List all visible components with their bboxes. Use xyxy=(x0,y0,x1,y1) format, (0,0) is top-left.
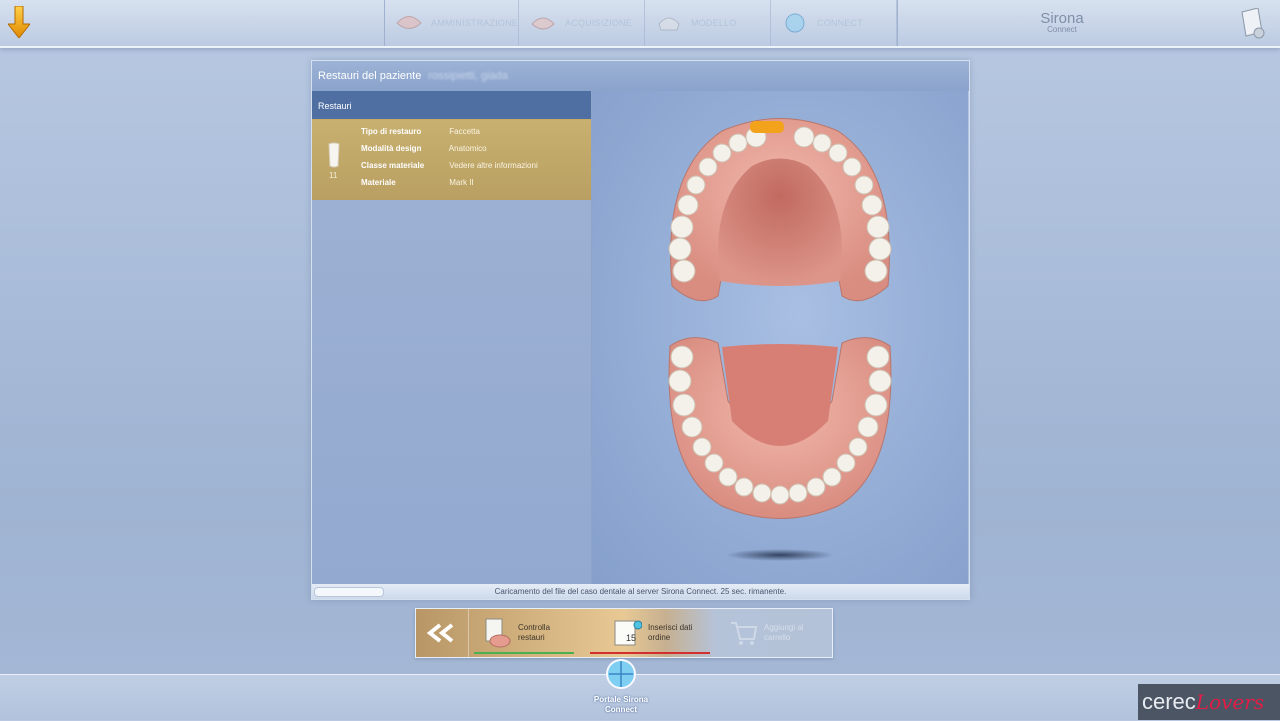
brand-sub: Connect xyxy=(1047,25,1077,34)
logo-script: Lovers xyxy=(1195,690,1265,714)
step-modello[interactable]: MODELLO xyxy=(645,0,772,46)
double-chevron-left-icon xyxy=(426,623,454,643)
order-data-button[interactable]: 15 Inserisci dati ordine xyxy=(612,609,706,657)
arch-shadow xyxy=(726,549,834,561)
info-value: Mark II xyxy=(449,178,474,187)
progress-line-done xyxy=(474,652,574,654)
dental-arch-view[interactable] xyxy=(592,91,968,584)
restoration-item[interactable]: 11 Tipo di restauro Faccetta Modalità de… xyxy=(312,120,591,200)
model-icon xyxy=(658,17,680,31)
step-acquisizione[interactable]: ACQUISIZIONE xyxy=(519,0,646,46)
portal-label: Portale Sirona Connect xyxy=(593,695,649,714)
top-bar: AMMINISTRAZIONE ACQUISIZIONE MODELLO CON… xyxy=(0,0,1280,48)
workflow-back-button[interactable] xyxy=(416,609,469,657)
logo-main: cerec xyxy=(1142,689,1196,714)
restorations-icon xyxy=(485,618,511,648)
workflow-label: Aggiungi al carrello xyxy=(764,623,804,642)
add-to-cart-button[interactable]: Aggiungi al carrello xyxy=(728,609,822,657)
workflow-label: Inserisci dati ordine xyxy=(648,623,693,642)
info-key: Materiale xyxy=(361,178,396,187)
check-restorations-button[interactable]: Controlla restauri xyxy=(482,609,576,657)
status-text: Caricamento del file del caso dentale al… xyxy=(494,587,787,596)
teeth-icon xyxy=(396,16,422,29)
dental-arches xyxy=(668,118,892,561)
step-amministrazione[interactable]: AMMINISTRAZIONE xyxy=(385,0,520,46)
tooth-number: 11 xyxy=(329,171,338,180)
globe-icon xyxy=(606,659,636,689)
progress-line-active xyxy=(590,652,710,654)
step-label: ACQUISIZIONE xyxy=(565,18,632,28)
cart-icon xyxy=(731,622,758,645)
step-label: CONNECT xyxy=(817,18,863,28)
calendar-icon: 15 xyxy=(614,620,642,646)
status-bar: Caricamento del file del caso dentale al… xyxy=(312,584,969,599)
step-label: AMMINISTRAZIONE xyxy=(431,18,519,28)
info-row: Tipo di restauro Faccetta xyxy=(361,127,480,136)
info-row: Materiale Mark II xyxy=(361,178,474,187)
portal-sirona-connect-button[interactable]: Portale Sirona Connect xyxy=(588,658,654,715)
info-row: Classe materiale Vedere altre informazio… xyxy=(361,161,538,170)
info-key: Tipo di restauro xyxy=(361,127,422,136)
info-key: Modalità design xyxy=(361,144,422,153)
step-label: MODELLO xyxy=(691,18,737,28)
pane-title: Restauri xyxy=(312,91,591,120)
restorations-window: Restauri del paziente rossipietti, giada… xyxy=(311,60,970,600)
window-title-bar: Restauri del paziente rossipietti, giada xyxy=(312,61,969,91)
back-arrow-icon[interactable] xyxy=(8,6,30,38)
workflow-steps: AMMINISTRAZIONE ACQUISIZIONE MODELLO CON… xyxy=(384,0,898,46)
svg-text:15: 15 xyxy=(626,633,636,643)
step-connect[interactable]: CONNECT xyxy=(771,0,898,46)
document-icon[interactable] xyxy=(1240,8,1266,40)
patient-name: rossipietti, giada xyxy=(428,70,508,82)
window-title: Restauri del paziente xyxy=(318,70,422,82)
restorations-list-pane: Restauri 11 Tipo di restauro Faccetta Mo… xyxy=(312,91,592,584)
info-value: Anatomico xyxy=(448,144,487,153)
tooth-icon xyxy=(328,142,340,168)
info-value: Faccetta xyxy=(449,127,480,136)
scan-icon xyxy=(531,17,555,30)
workflow-bar: Controlla restauri 15 Inserisci dati ord… xyxy=(415,608,833,658)
selected-tooth-11 xyxy=(750,121,784,133)
brand: Sirona Connect xyxy=(1000,10,1124,34)
scrollbar-thumb[interactable] xyxy=(314,587,384,597)
info-key: Classe materiale xyxy=(361,161,425,170)
cereclovers-logo: cerecLovers xyxy=(1138,684,1280,720)
workflow-label: Controlla restauri xyxy=(518,623,551,642)
info-value: Vedere altre informazioni xyxy=(449,161,538,170)
connect-icon xyxy=(785,13,805,33)
info-row: Modalità design Anatomico xyxy=(361,144,487,153)
